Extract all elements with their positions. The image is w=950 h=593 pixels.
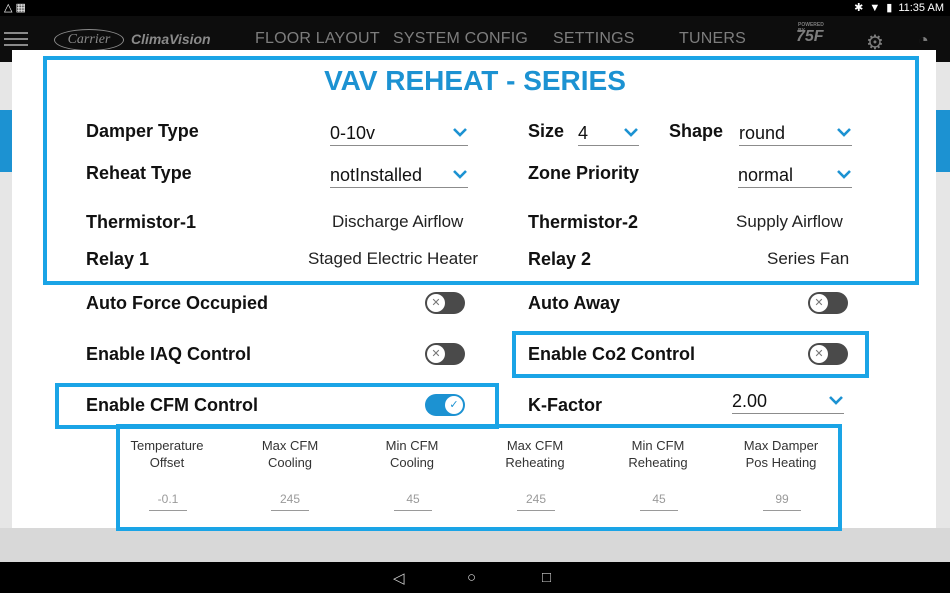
status-notification-icons: △ ▦ xyxy=(4,2,26,14)
system-nav-bar: ◁ ○ □ xyxy=(0,562,950,593)
close-icon: ✕ xyxy=(810,294,828,312)
min-cfm-cooling-header: Min CFM Cooling xyxy=(385,438,439,470)
max-damper-pos-heating-header: Max Damper Pos Heating xyxy=(743,438,819,470)
close-icon: ✕ xyxy=(427,345,445,363)
status-time: 11:35 AM xyxy=(898,1,944,14)
tab-settings[interactable]: SETTINGS xyxy=(553,30,635,48)
close-icon: ✕ xyxy=(810,345,828,363)
wifi-icon: ▼ xyxy=(869,1,881,14)
carrier-logo: Carrier xyxy=(54,29,124,51)
k-factor-label: K-Factor xyxy=(528,395,603,415)
auto-force-occupied-toggle[interactable]: ✕ xyxy=(425,292,465,314)
relay-1-label: Relay 1 xyxy=(86,249,150,269)
status-right: ✱ ▼ ▮ 11:35 AM xyxy=(854,1,944,15)
tab-system-config[interactable]: SYSTEM CONFIG xyxy=(393,30,528,48)
relay-2-value: Series Fan xyxy=(767,249,850,268)
menu-icon[interactable] xyxy=(4,32,28,48)
background-panel-right xyxy=(936,110,950,172)
thermistor-1-label: Thermistor-1 xyxy=(86,212,197,232)
auto-away-label: Auto Away xyxy=(528,293,621,313)
size-dropdown[interactable]: 4 xyxy=(578,120,639,146)
chevron-down-icon xyxy=(837,170,851,179)
shape-dropdown[interactable]: round xyxy=(739,120,852,146)
recents-icon[interactable]: □ xyxy=(542,569,551,586)
min-cfm-reheating-input[interactable]: 45 xyxy=(640,489,678,511)
tab-floor-layout[interactable]: FLOOR LAYOUT xyxy=(255,30,380,48)
reheat-type-dropdown[interactable]: notInstalled xyxy=(330,162,468,188)
chevron-down-icon xyxy=(453,128,467,137)
bluetooth-icon: ✱ xyxy=(854,2,864,14)
relay-2-label: Relay 2 xyxy=(528,249,592,269)
min-cfm-cooling-input[interactable]: 45 xyxy=(394,489,432,511)
status-bar: △ ▦ ✱ ▼ ▮ 11:35 AM xyxy=(0,0,950,16)
temperature-offset-input[interactable]: -0.1 xyxy=(149,489,187,511)
damper-type-dropdown[interactable]: 0-10v xyxy=(330,120,468,146)
max-cfm-cooling-header: Max CFM Cooling xyxy=(261,438,319,470)
shape-label: Shape xyxy=(669,121,724,141)
tab-tuners[interactable]: TUNERS xyxy=(679,30,746,48)
auto-away-toggle[interactable]: ✕ xyxy=(808,292,848,314)
max-cfm-cooling-input[interactable]: 245 xyxy=(271,489,309,511)
background-panel-left xyxy=(0,110,12,172)
auto-force-occupied-label: Auto Force Occupied xyxy=(86,293,269,313)
enable-iaq-toggle[interactable]: ✕ xyxy=(425,343,465,365)
background-content xyxy=(0,528,950,562)
enable-cfm-label: Enable CFM Control xyxy=(86,395,258,415)
check-icon: ✓ xyxy=(445,396,463,414)
chevron-down-icon xyxy=(453,170,467,179)
max-damper-pos-heating-input[interactable]: 99 xyxy=(763,489,801,511)
enable-iaq-label: Enable IAQ Control xyxy=(86,344,252,364)
chevron-down-icon xyxy=(624,128,638,137)
size-label: Size xyxy=(528,121,565,141)
min-cfm-reheating-header: Min CFM Reheating xyxy=(628,438,688,470)
zone-priority-label: Zone Priority xyxy=(528,163,640,183)
app-name: ClimaVision xyxy=(131,31,211,47)
chevron-down-icon xyxy=(837,128,851,137)
temperature-offset-header: Temperature Offset xyxy=(130,438,204,470)
chevron-down-icon xyxy=(829,396,843,405)
home-icon[interactable]: ○ xyxy=(467,569,476,586)
back-icon[interactable]: ◁ xyxy=(393,569,405,587)
dialog-title: VAV REHEAT - SERIES xyxy=(324,65,626,96)
damper-type-label: Damper Type xyxy=(86,121,199,141)
enable-co2-label: Enable Co2 Control xyxy=(528,344,696,364)
enable-co2-toggle[interactable]: ✕ xyxy=(808,343,848,365)
reheat-type-label: Reheat Type xyxy=(86,163,192,183)
zone-priority-dropdown[interactable]: normal xyxy=(738,162,852,188)
close-icon: ✕ xyxy=(427,294,445,312)
max-cfm-reheating-input[interactable]: 245 xyxy=(517,489,555,511)
thermistor-1-value: Discharge Airflow xyxy=(332,212,464,231)
gauge-icon[interactable]: ◔ xyxy=(918,30,929,51)
battery-icon: ▮ xyxy=(886,2,893,14)
relay-1-value: Staged Electric Heater xyxy=(308,249,479,268)
thermistor-2-label: Thermistor-2 xyxy=(528,212,639,232)
thermistor-2-value: Supply Airflow xyxy=(736,212,843,231)
brand-logo: POWERED BY 75F xyxy=(796,22,824,45)
max-cfm-reheating-header: Max CFM Reheating xyxy=(505,438,565,470)
enable-cfm-toggle[interactable]: ✓ xyxy=(425,394,465,416)
k-factor-dropdown[interactable]: 2.00 xyxy=(732,388,844,414)
